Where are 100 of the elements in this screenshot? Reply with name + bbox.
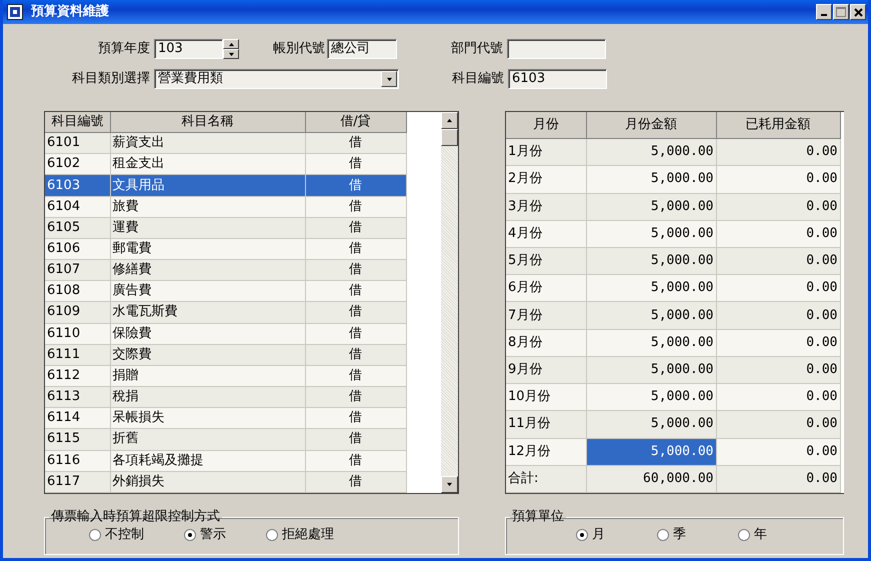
radio-label: 警示: [200, 527, 226, 543]
table-cell: 6117: [45, 471, 110, 492]
account-field[interactable]: 總公司: [327, 39, 397, 59]
table-cell: 借: [305, 408, 406, 429]
table-cell: 借: [305, 217, 406, 238]
column-header[interactable]: 月份金額: [586, 112, 716, 139]
down-arrow-icon: [228, 52, 234, 56]
table-cell: 6112: [45, 365, 110, 387]
table-cell: 12月份: [506, 438, 586, 466]
column-header[interactable]: 月份: [506, 112, 586, 139]
table-cell: 借: [305, 428, 406, 450]
scroll-thumb[interactable]: [441, 129, 458, 146]
table-cell: 0.00: [716, 193, 840, 220]
radio-label: 月: [592, 527, 605, 543]
up-arrow-icon: [228, 42, 234, 46]
table-cell: 水電瓦斯費: [110, 302, 305, 324]
table-cell: 捐贈: [110, 365, 305, 387]
table-cell: 0.00: [716, 302, 840, 330]
table-cell: 0.00: [716, 329, 840, 356]
code-field[interactable]: 6103: [508, 69, 607, 89]
field-label: 科目類別選擇: [71, 71, 150, 87]
dropdown-button[interactable]: [381, 71, 397, 87]
table-cell: 保險費: [110, 323, 305, 344]
column-header[interactable]: 科目編號: [45, 112, 110, 133]
table-cell: 6101: [45, 132, 110, 154]
table-cell: 文具用品: [110, 174, 305, 196]
table-cell: 0.00: [716, 274, 840, 302]
field-label: 帳別代號: [272, 41, 325, 57]
column-header[interactable]: 已耗用金額: [716, 112, 840, 139]
table-cell: 5,000.00: [586, 247, 716, 275]
spin-down-button[interactable]: [223, 49, 239, 59]
table-cell: 4月份: [506, 220, 586, 248]
app-icon: [7, 4, 23, 20]
column-header[interactable]: 科目名稱: [110, 112, 305, 133]
down-arrow-icon: [446, 482, 453, 487]
year-field[interactable]: 103: [154, 39, 223, 59]
table-cell: 借: [305, 323, 406, 344]
table-cell: 租金支出: [110, 154, 305, 175]
table-cell: 6103: [45, 174, 110, 196]
table-cell: 0.00: [716, 465, 840, 492]
table-cell: 5,000.00: [586, 356, 716, 384]
table-cell: 5,000.00: [586, 220, 716, 248]
table-cell: 借: [305, 386, 406, 408]
table-cell: 旅費: [110, 196, 305, 218]
table-cell: 借: [305, 260, 406, 281]
table-cell: 5,000.00: [586, 302, 716, 330]
scrollbar[interactable]: [441, 112, 458, 493]
maximize-icon: [836, 7, 846, 17]
group-title: 預算單位: [511, 509, 565, 525]
table-cell: 6107: [45, 260, 110, 281]
table-cell: 5,000.00: [586, 166, 716, 194]
scroll-up-button[interactable]: [441, 112, 458, 129]
table-cell: 6111: [45, 344, 110, 366]
radio-label: 年: [754, 527, 767, 543]
table-cell: 5月份: [506, 247, 586, 275]
table-cell: 5,000.00: [586, 138, 716, 166]
table-cell: 借: [305, 132, 406, 154]
radio-button[interactable]: [738, 529, 750, 541]
radio-button[interactable]: [89, 529, 101, 541]
field-label: 部門代號: [450, 41, 503, 57]
table-cell: 薪資支出: [110, 132, 305, 154]
close-button[interactable]: [850, 4, 866, 20]
table-cell: 5,000.00: [586, 410, 716, 438]
window-title: 預算資料維護: [31, 4, 110, 20]
minimize-button[interactable]: [816, 4, 832, 20]
table-cell: 6106: [45, 238, 110, 260]
radio-button[interactable]: [657, 529, 669, 541]
radio-button[interactable]: [576, 529, 588, 541]
spin-up-button[interactable]: [223, 39, 239, 49]
table-cell: 稅捐: [110, 386, 305, 408]
table-cell: 借: [305, 154, 406, 175]
table-cell: 各項耗竭及攤提: [110, 450, 305, 472]
table-cell: 6月份: [506, 274, 586, 302]
table-cell: 6105: [45, 217, 110, 238]
radio-button[interactable]: [184, 529, 196, 541]
table-cell: 借: [305, 280, 406, 302]
table-cell: 外銷損失: [110, 471, 305, 492]
radio-label: 不控制: [105, 527, 144, 543]
maximize-button[interactable]: [833, 4, 849, 20]
column-header[interactable]: 借/貸: [305, 112, 406, 133]
table-cell: 11月份: [506, 410, 586, 438]
department-field[interactable]: [507, 39, 606, 59]
scroll-down-button[interactable]: [441, 476, 458, 493]
table-cell: 5,000.00: [586, 329, 716, 356]
table-cell: 借: [305, 450, 406, 472]
table-cell: 6108: [45, 280, 110, 302]
table-cell: 6109: [45, 302, 110, 324]
table-cell: 0.00: [716, 220, 840, 248]
table-cell: 5,000.00: [586, 274, 716, 302]
group-title: 傳票輸入時預算超限控制方式: [50, 509, 221, 525]
radio-label: 季: [673, 527, 686, 543]
table-cell: 0.00: [716, 384, 840, 411]
table-cell: 6113: [45, 386, 110, 408]
table-cell: 6110: [45, 323, 110, 344]
up-arrow-icon: [446, 118, 453, 123]
table-cell: 3月份: [506, 193, 586, 220]
table-cell: 合計:: [506, 465, 586, 492]
category-dropdown[interactable]: 營業費用類: [154, 69, 399, 89]
radio-button[interactable]: [266, 529, 278, 541]
table-cell: 借: [305, 471, 406, 492]
